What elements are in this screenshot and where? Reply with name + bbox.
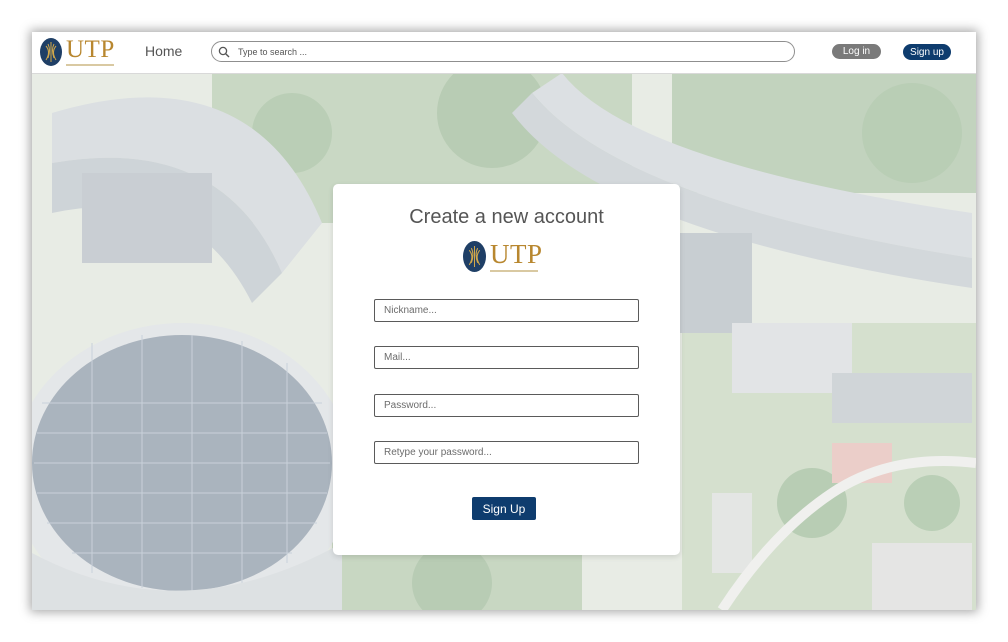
- retype-password-field[interactable]: [374, 441, 639, 464]
- utp-logo[interactable]: UTP: [40, 37, 115, 66]
- utp-emblem-icon: [463, 241, 486, 272]
- utp-emblem-icon: [40, 37, 62, 66]
- card-logo-subtitle-line: [490, 270, 538, 272]
- signup-submit-button[interactable]: Sign Up: [472, 497, 536, 520]
- logo-subtitle-line: [66, 64, 114, 66]
- nickname-field[interactable]: [374, 299, 639, 322]
- card-logo-wordmark: UTP: [490, 239, 543, 269]
- browser-frame: UTP Home Log in Sign up Create a new acc…: [32, 32, 976, 610]
- password-input[interactable]: [375, 395, 638, 416]
- nickname-input[interactable]: [375, 300, 638, 321]
- mail-input[interactable]: [375, 347, 638, 368]
- mail-field[interactable]: [374, 346, 639, 369]
- search-icon: [218, 46, 230, 57]
- card-utp-logo: UTP: [463, 241, 543, 272]
- form-title: Create a new account: [409, 206, 604, 228]
- retype-password-input[interactable]: [375, 442, 638, 463]
- search-input[interactable]: [236, 45, 780, 58]
- login-button[interactable]: Log in: [832, 44, 881, 59]
- signup-card: Create a new account UTP Sign Up: [333, 184, 680, 555]
- password-field[interactable]: [374, 394, 639, 417]
- logo-wordmark: UTP: [66, 36, 115, 63]
- signup-header-button[interactable]: Sign up: [903, 44, 951, 60]
- nav-home-link[interactable]: Home: [145, 43, 182, 59]
- top-navigation-bar: UTP Home Log in Sign up: [32, 32, 976, 74]
- search-bar[interactable]: [211, 41, 795, 62]
